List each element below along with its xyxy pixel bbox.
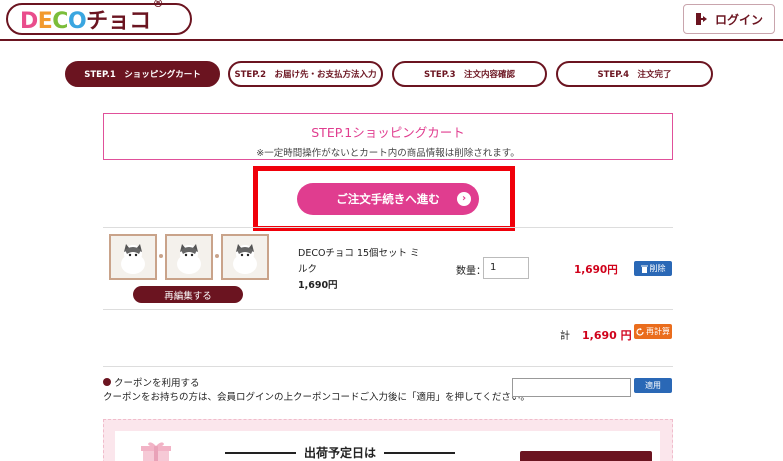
trash-icon	[640, 265, 648, 273]
bullet-icon	[103, 378, 111, 386]
step-label: STEP.4 注文完了	[597, 70, 672, 80]
step-banner: STEP.1ショッピングカート ※一定時間操作がないとカート内の商品情報は削除さ…	[103, 113, 673, 160]
apply-coupon-button[interactable]: 適用	[634, 378, 672, 393]
step-label: STEP.2 お届け先・お支払方法入力	[234, 70, 377, 80]
dot	[215, 254, 219, 258]
banner-title: STEP.1ショッピングカート	[311, 125, 465, 140]
quantity-input[interactable]: 1	[483, 257, 529, 279]
recalc-label: 再計算	[646, 327, 670, 336]
divider	[103, 227, 673, 228]
logo-letter: D	[20, 9, 38, 34]
coupon-description: クーポンをお持ちの方は、会員ログインの上クーポンコードご入力後に「適用」を押して…	[103, 392, 530, 403]
step-3-confirm: STEP.3 注文内容確認	[392, 61, 547, 87]
step-2-delivery: STEP.2 お届け先・お支払方法入力	[228, 61, 383, 87]
product-unit-price: 1,690円	[298, 280, 338, 291]
divider	[103, 366, 673, 367]
login-label: ログイン	[714, 12, 763, 27]
login-button[interactable]: ログイン	[683, 4, 775, 34]
checkout-steps: STEP.1 ショッピングカート STEP.2 お届け先・お支払方法入力 STE…	[65, 61, 713, 87]
total-label: 計	[560, 331, 570, 342]
dot	[159, 254, 163, 258]
delete-button[interactable]: 削除	[634, 261, 672, 276]
product-name: DECOチョコ 15個セット ミルク	[298, 248, 420, 275]
proceed-label: ご注文手続きへ進む	[336, 192, 440, 206]
delete-label: 削除	[649, 264, 666, 273]
shipping-title-text: 出荷予定日は	[304, 446, 377, 460]
cat-photo-thumbnail	[165, 234, 213, 280]
logo-letter: C	[52, 9, 68, 34]
title-rule	[384, 451, 456, 454]
cat-photo-thumbnail	[221, 234, 269, 280]
recalculate-button[interactable]: 再計算	[634, 324, 672, 339]
logo-letter: O	[67, 9, 87, 34]
gift-icon	[141, 442, 171, 461]
step-label: STEP.3 注文内容確認	[423, 70, 516, 80]
logo-registered-mark: ®	[152, 0, 164, 10]
refresh-icon	[636, 327, 644, 336]
banner-subtitle: ※一定時間操作がないとカート内の商品情報は削除されます。	[256, 148, 520, 159]
logo-letter: チョコ	[86, 9, 151, 34]
line-price: 1,690円	[574, 264, 618, 276]
apply-label: 適用	[645, 381, 661, 390]
coupon-title: クーポンを利用する	[103, 375, 200, 389]
quantity-label: 数量：	[456, 266, 486, 277]
logo-text: DECOチョコ®	[20, 0, 164, 35]
product-thumbnails	[109, 234, 273, 280]
door-icon	[695, 13, 707, 25]
cat-photo-thumbnail	[109, 234, 157, 280]
step-1-cart: STEP.1 ショッピングカート	[65, 61, 220, 87]
title-rule	[225, 451, 296, 454]
shipping-date-title: 出荷予定日は	[225, 444, 456, 461]
logo-letter: E	[37, 9, 53, 34]
coupon-title-text: クーポンを利用する	[114, 378, 200, 389]
reedit-label: 再編集する	[164, 290, 212, 302]
proceed-to-checkout-button[interactable]: ご注文手続きへ進む ›	[297, 183, 479, 215]
reedit-button[interactable]: 再編集する	[133, 286, 243, 303]
coupon-code-input[interactable]	[512, 378, 631, 397]
step-4-complete: STEP.4 注文完了	[556, 61, 713, 87]
site-logo[interactable]: DECOチョコ®	[6, 0, 192, 35]
site-header: DECOチョコ® ログイン	[0, 0, 783, 41]
total-value: 1,690 円	[582, 329, 632, 342]
shipping-date-label-bar	[520, 451, 652, 461]
divider	[103, 309, 673, 310]
chevron-right-icon: ›	[457, 192, 471, 206]
step-label: STEP.1 ショッピングカート	[84, 70, 201, 80]
